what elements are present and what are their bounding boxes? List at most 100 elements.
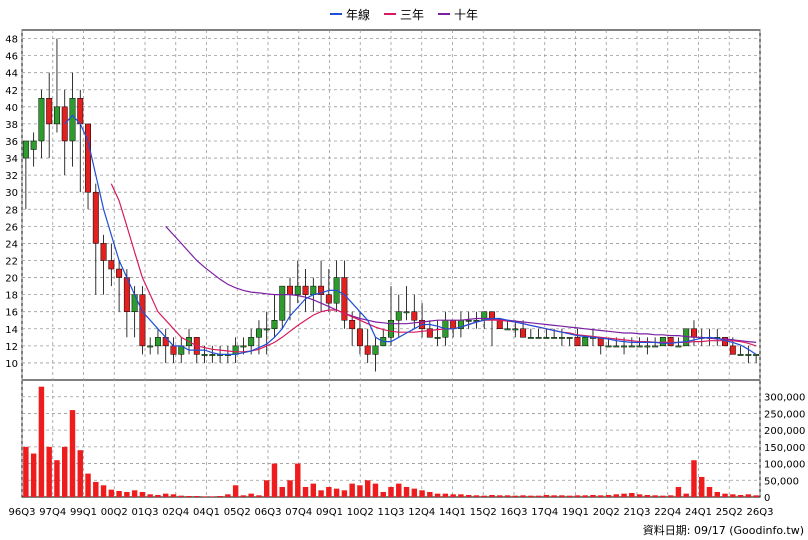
candle-body <box>388 319 394 338</box>
candle-body <box>582 337 589 347</box>
volume-bar <box>551 495 557 497</box>
volume-tick-label: 250,000 <box>764 409 805 420</box>
volume-bar <box>605 494 612 497</box>
candle-body <box>131 294 138 312</box>
candle-body <box>255 328 262 338</box>
candle-body <box>450 319 457 330</box>
candle-body <box>683 328 690 347</box>
volume-bar <box>691 460 697 497</box>
volume-bar <box>178 495 184 497</box>
volume-bar <box>85 473 91 497</box>
volume-bar <box>147 494 153 497</box>
x-tick-label: 16Q3 <box>501 507 528 518</box>
volume-bar <box>543 494 550 497</box>
volume-bar <box>108 489 115 497</box>
volume-bar <box>745 494 752 497</box>
candle-body <box>737 354 744 356</box>
x-tick-label: 14Q1 <box>439 507 466 518</box>
x-tick-label: 00Q2 <box>101 507 128 518</box>
x-tick-label: 99Q1 <box>70 507 97 518</box>
candle-body <box>139 294 146 347</box>
volume-bar <box>559 495 565 497</box>
volume-bar <box>341 490 348 497</box>
volume-bar <box>737 494 744 497</box>
candle-body <box>92 191 99 244</box>
volume-bar <box>46 446 52 497</box>
volume-bar <box>473 495 480 497</box>
volume-bar <box>442 493 449 497</box>
stock-chart: 10 12 14 16 18 20 22 24 26 28 30 32 34 36 38 40 42 44 46 48… <box>5 29 805 518</box>
volume-bar <box>706 486 713 497</box>
x-tick-label: 07Q4 <box>285 507 312 518</box>
candle-body <box>364 345 371 355</box>
candle-body <box>566 337 573 339</box>
volume-bar <box>38 386 45 497</box>
price-tick-label: 12 <box>5 342 18 353</box>
candle-body <box>543 337 550 339</box>
candle-body <box>753 354 760 356</box>
candle-body <box>403 311 410 314</box>
volume-tick-label: 0 <box>764 493 770 504</box>
volume-bar <box>23 446 29 497</box>
candle-body <box>659 337 666 347</box>
candle-body <box>667 337 674 347</box>
candle-body <box>310 285 317 295</box>
volume-bar <box>186 495 192 497</box>
candle-body <box>527 337 534 339</box>
candle-body <box>558 337 565 339</box>
price-tick-label: 18 <box>5 291 18 302</box>
volume-bar <box>388 486 394 497</box>
price-tick-label: 26 <box>5 222 18 233</box>
volume-bar <box>652 495 658 497</box>
volume-bar <box>287 480 293 497</box>
volume-bar <box>481 495 487 497</box>
price-tick-label: 22 <box>5 256 18 267</box>
volume-bar <box>535 495 542 497</box>
volume-bar <box>458 494 464 497</box>
price-tick-label: 32 <box>5 171 18 182</box>
candle-body <box>349 319 356 330</box>
price-tick-label: 34 <box>5 154 18 165</box>
volume-tick-label: 300,000 <box>764 393 805 404</box>
candle-body <box>613 345 620 348</box>
volume-bar <box>240 495 247 497</box>
volume-bar <box>69 410 76 497</box>
x-tick-label: 10Q2 <box>347 507 374 518</box>
volume-bar <box>349 483 355 497</box>
x-tick-label: 15Q2 <box>470 507 497 518</box>
volume-bar <box>380 491 386 497</box>
volume-bar <box>372 483 379 497</box>
candle-body <box>69 98 76 142</box>
price-tick-label: 42 <box>5 86 18 97</box>
volume-bar <box>256 495 262 497</box>
data-date-footer: 資料日期: 09/17 (Goodinfo.tw) <box>642 524 804 537</box>
volume-bar <box>209 496 216 497</box>
volume-bar <box>263 480 270 497</box>
candle-body <box>302 285 309 295</box>
x-tick-label: 01Q3 <box>132 507 159 518</box>
volume-bar <box>333 488 340 497</box>
volume-bar <box>225 494 231 497</box>
x-tick-label: 26Q3 <box>747 507 774 518</box>
volume-bar <box>683 493 689 497</box>
candle-body <box>411 311 418 321</box>
volume-bar <box>100 485 107 497</box>
candle-body <box>287 285 293 295</box>
volume-bar <box>77 450 83 497</box>
volume-bar <box>629 492 635 497</box>
volume-bar <box>124 491 130 497</box>
candle-body <box>271 319 278 330</box>
volume-bar <box>364 480 371 497</box>
volume-bar <box>465 494 472 497</box>
x-tick-label: 22Q4 <box>654 507 681 518</box>
candle-body <box>356 328 363 347</box>
candle-body <box>621 345 628 348</box>
volume-bar <box>217 495 223 497</box>
volume-bar <box>644 494 651 497</box>
volume-bar <box>730 494 736 497</box>
price-tick-label: 38 <box>5 120 18 131</box>
x-tick-label: 24Q1 <box>685 507 712 518</box>
volume-bar <box>396 483 402 497</box>
candle-body <box>652 345 659 348</box>
x-tick-label: 96Q3 <box>9 507 36 518</box>
